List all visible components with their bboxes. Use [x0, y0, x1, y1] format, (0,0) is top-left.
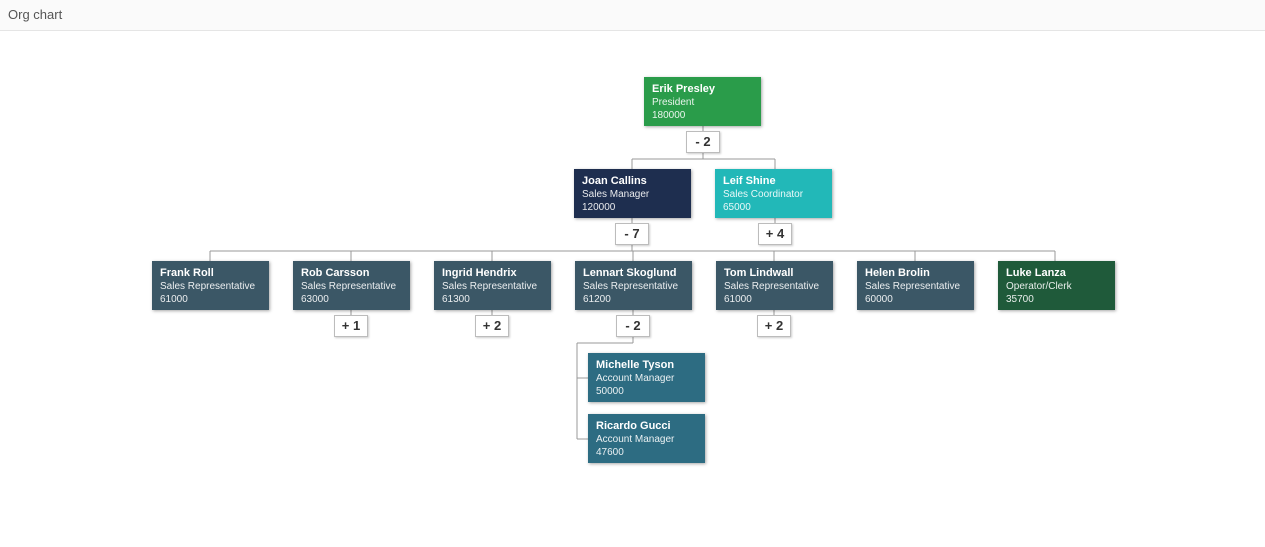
node-role: Sales Manager — [582, 188, 683, 201]
node-value: 50000 — [596, 385, 697, 398]
node-name: Joan Callins — [582, 174, 683, 188]
node-name: Erik Presley — [652, 82, 753, 96]
node-value: 61300 — [442, 293, 543, 306]
node-frank-roll[interactable]: Frank Roll Sales Representative 61000 — [152, 261, 269, 310]
node-joan-callins[interactable]: Joan Callins Sales Manager 120000 — [574, 169, 691, 218]
node-ingrid-hendrix[interactable]: Ingrid Hendrix Sales Representative 6130… — [434, 261, 551, 310]
node-value: 47600 — [596, 446, 697, 459]
node-value: 63000 — [301, 293, 402, 306]
toggle-rob[interactable]: + 1 — [334, 315, 368, 337]
node-role: Sales Representative — [301, 280, 402, 293]
node-role: Sales Representative — [724, 280, 825, 293]
node-lennart-skoglund[interactable]: Lennart Skoglund Sales Representative 61… — [575, 261, 692, 310]
node-helen-brolin[interactable]: Helen Brolin Sales Representative 60000 — [857, 261, 974, 310]
node-tom-lindwall[interactable]: Tom Lindwall Sales Representative 61000 — [716, 261, 833, 310]
node-role: Operator/Clerk — [1006, 280, 1107, 293]
toggle-joan[interactable]: - 7 — [615, 223, 649, 245]
node-value: 180000 — [652, 109, 753, 122]
node-name: Ingrid Hendrix — [442, 266, 543, 280]
node-name: Lennart Skoglund — [583, 266, 684, 280]
node-name: Rob Carsson — [301, 266, 402, 280]
node-name: Leif Shine — [723, 174, 824, 188]
node-role: Sales Representative — [442, 280, 543, 293]
node-role: Sales Representative — [160, 280, 261, 293]
node-role: Sales Coordinator — [723, 188, 824, 201]
toggle-tom[interactable]: + 2 — [757, 315, 791, 337]
node-role: Account Manager — [596, 372, 697, 385]
node-michelle-tyson[interactable]: Michelle Tyson Account Manager 50000 — [588, 353, 705, 402]
node-role: Account Manager — [596, 433, 697, 446]
node-leif-shine[interactable]: Leif Shine Sales Coordinator 65000 — [715, 169, 832, 218]
node-name: Frank Roll — [160, 266, 261, 280]
node-value: 35700 — [1006, 293, 1107, 306]
node-name: Michelle Tyson — [596, 358, 697, 372]
page-title: Org chart — [0, 0, 1265, 31]
node-role: Sales Representative — [865, 280, 966, 293]
node-ricardo-gucci[interactable]: Ricardo Gucci Account Manager 47600 — [588, 414, 705, 463]
node-erik-presley[interactable]: Erik Presley President 180000 — [644, 77, 761, 126]
org-chart-canvas: Erik Presley President 180000 - 2 Joan C… — [0, 31, 1265, 547]
toggle-leif[interactable]: + 4 — [758, 223, 792, 245]
node-value: 60000 — [865, 293, 966, 306]
toggle-erik[interactable]: - 2 — [686, 131, 720, 153]
node-luke-lanza[interactable]: Luke Lanza Operator/Clerk 35700 — [998, 261, 1115, 310]
node-role: President — [652, 96, 753, 109]
node-name: Ricardo Gucci — [596, 419, 697, 433]
toggle-ingrid[interactable]: + 2 — [475, 315, 509, 337]
node-value: 61000 — [160, 293, 261, 306]
node-name: Tom Lindwall — [724, 266, 825, 280]
node-name: Helen Brolin — [865, 266, 966, 280]
node-role: Sales Representative — [583, 280, 684, 293]
node-value: 120000 — [582, 201, 683, 214]
toggle-lennart[interactable]: - 2 — [616, 315, 650, 337]
node-value: 61200 — [583, 293, 684, 306]
node-rob-carsson[interactable]: Rob Carsson Sales Representative 63000 — [293, 261, 410, 310]
node-name: Luke Lanza — [1006, 266, 1107, 280]
node-value: 61000 — [724, 293, 825, 306]
node-value: 65000 — [723, 201, 824, 214]
